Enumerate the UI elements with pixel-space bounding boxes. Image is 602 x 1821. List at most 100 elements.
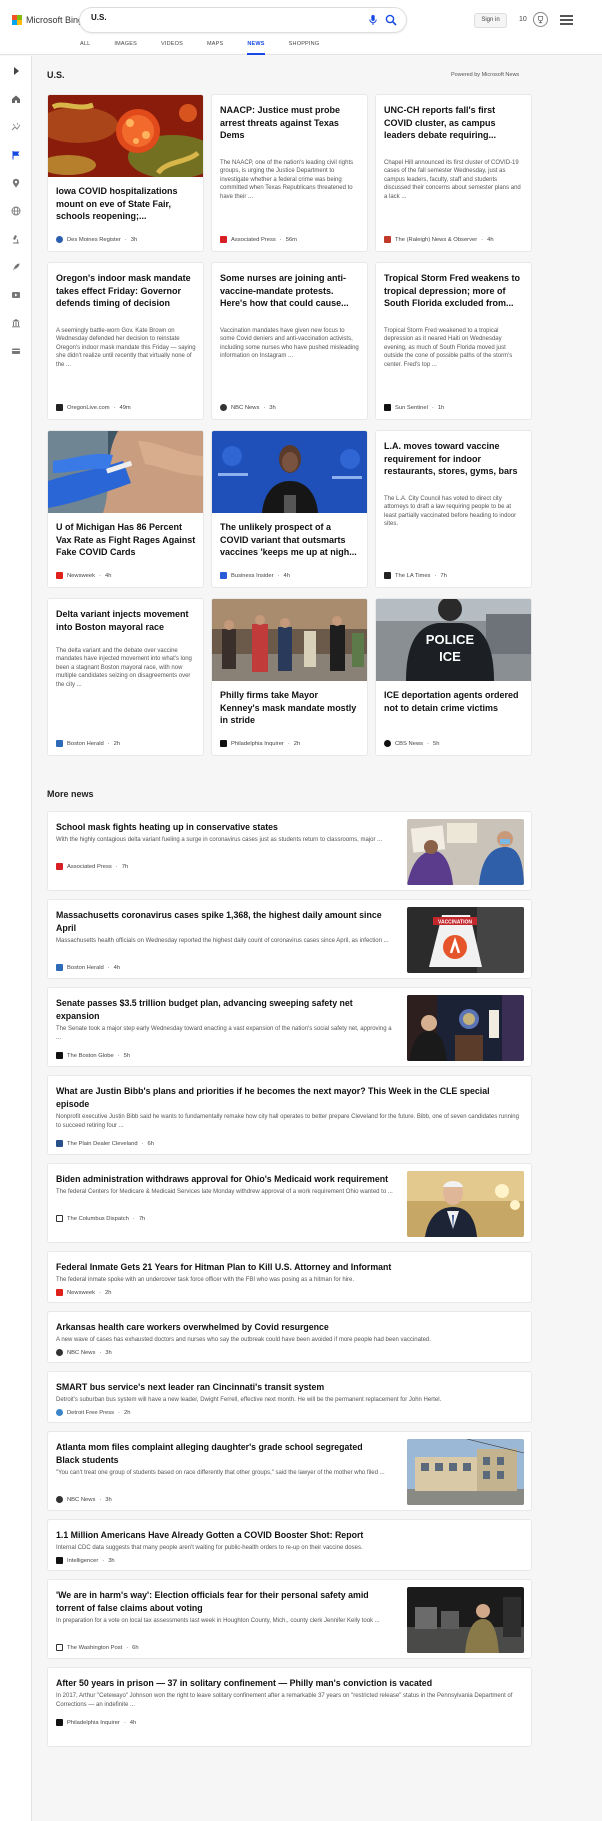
card-source[interactable]: OregonLive.com · 49m xyxy=(56,404,131,411)
item-title[interactable]: SMART bus service's next leader ran Cinc… xyxy=(56,1381,516,1394)
search-box[interactable] xyxy=(80,8,406,32)
item-title[interactable]: Senate passes $3.5 trillion budget plan,… xyxy=(56,997,386,1022)
tab-all[interactable]: ALL xyxy=(80,38,90,55)
news-card[interactable]: Tropical Storm Fred weakens to tropical … xyxy=(375,262,532,420)
microphone-icon[interactable] xyxy=(367,14,379,26)
card-title[interactable]: Oregon's indoor mask mandate takes effec… xyxy=(56,272,196,310)
item-source[interactable]: Intelligencer · 3h xyxy=(56,1557,115,1564)
news-card[interactable]: Iowa COVID hospitalizations mount on eve… xyxy=(47,94,204,252)
card-source[interactable]: Newsweek · 4h xyxy=(56,572,111,579)
card-source[interactable]: Philadelphia Inquirer · 2h xyxy=(220,740,300,747)
search-input[interactable] xyxy=(91,13,331,22)
local-pin-icon[interactable] xyxy=(11,178,21,188)
us-flag-icon[interactable] xyxy=(11,150,21,160)
card-title[interactable]: ICE deportation agents ordered not to de… xyxy=(384,689,524,714)
news-card[interactable]: Oregon's indoor mask mandate takes effec… xyxy=(47,262,204,420)
card-source[interactable]: Associated Press · 56m xyxy=(220,236,297,243)
tab-news[interactable]: NEWS xyxy=(247,38,265,55)
item-title[interactable]: Federal Inmate Gets 21 Years for Hitman … xyxy=(56,1261,516,1274)
item-title[interactable]: Arkansas health care workers overwhelmed… xyxy=(56,1321,516,1334)
trending-icon[interactable] xyxy=(11,122,21,132)
item-title[interactable]: After 50 years in prison — 37 in solitar… xyxy=(56,1677,516,1690)
science-microscope-icon[interactable] xyxy=(11,234,21,244)
card-source[interactable]: Boston Herald · 2h xyxy=(56,740,120,747)
bing-logo[interactable]: Microsoft Bing xyxy=(12,15,83,25)
expand-sidebar-icon[interactable] xyxy=(9,64,23,78)
news-card[interactable]: Delta variant injects movement into Bost… xyxy=(47,598,204,756)
card-source[interactable]: Sun Sentinel · 1h xyxy=(384,404,444,411)
item-source[interactable]: Boston Herald · 4h xyxy=(56,964,120,971)
item-title[interactable]: 1.1 Million Americans Have Already Gotte… xyxy=(56,1529,516,1542)
card-source[interactable]: The (Raleigh) News & Observer · 4h xyxy=(384,236,494,243)
item-source[interactable]: NBC News · 3h xyxy=(56,1496,112,1503)
card-title[interactable]: Tropical Storm Fred weakens to tropical … xyxy=(384,272,524,310)
item-title[interactable]: School mask fights heating up in conserv… xyxy=(56,821,396,834)
card-title[interactable]: Iowa COVID hospitalizations mount on eve… xyxy=(56,185,196,223)
card-source[interactable]: Business Insider · 4h xyxy=(220,572,290,579)
card-title[interactable]: U of Michigan Has 86 Percent Vax Rate as… xyxy=(56,521,196,559)
world-globe-icon[interactable] xyxy=(11,206,21,216)
tab-maps[interactable]: MAPS xyxy=(207,38,223,55)
news-list-item[interactable]: 'We are in harm's way': Election officia… xyxy=(47,1579,532,1659)
news-list-item[interactable]: SMART bus service's next leader ran Cinc… xyxy=(47,1371,532,1423)
card-source[interactable]: Des Moines Register · 3h xyxy=(56,236,137,243)
card-title[interactable]: Delta variant injects movement into Bost… xyxy=(56,608,196,633)
news-list-item[interactable]: Senate passes $3.5 trillion budget plan,… xyxy=(47,987,532,1067)
news-card[interactable]: L.A. moves toward vaccine requirement fo… xyxy=(375,430,532,588)
card-source[interactable]: CBS News · 5h xyxy=(384,740,439,747)
sign-in-button[interactable]: Sign in xyxy=(474,13,507,28)
item-title[interactable]: What are Justin Bibb's plans and priorit… xyxy=(56,1085,516,1110)
item-title[interactable]: Biden administration withdraws approval … xyxy=(56,1173,396,1186)
item-source[interactable]: The Washington Post · 6h xyxy=(56,1644,139,1651)
news-card[interactable]: U of Michigan Has 86 Percent Vax Rate as… xyxy=(47,430,204,588)
news-card[interactable]: UNC-CH reports fall's first COVID cluste… xyxy=(375,94,532,252)
money-card-icon[interactable] xyxy=(11,346,21,356)
home-icon[interactable] xyxy=(11,94,21,104)
item-source[interactable]: The Columbus Dispatch · 7h xyxy=(56,1215,145,1222)
card-source[interactable]: NBC News · 3h xyxy=(220,404,276,411)
technology-rocket-icon[interactable] xyxy=(11,262,21,272)
news-list-item[interactable]: 1.1 Million Americans Have Already Gotte… xyxy=(47,1519,532,1571)
card-title[interactable]: The unlikely prospect of a COVID variant… xyxy=(220,521,360,559)
news-card[interactable]: Philly firms take Mayor Kenney's mask ma… xyxy=(211,598,368,756)
news-list-item[interactable]: Atlanta mom files complaint alleging dau… xyxy=(47,1431,532,1511)
news-list-item[interactable]: Arkansas health care workers overwhelmed… xyxy=(47,1311,532,1363)
item-source[interactable]: Newsweek · 2h xyxy=(56,1289,111,1296)
news-card[interactable]: POLICE ICE ICE deportation agents ordere… xyxy=(375,598,532,756)
tab-videos[interactable]: VIDEOS xyxy=(161,38,183,55)
item-title[interactable]: 'We are in harm's way': Election officia… xyxy=(56,1589,386,1614)
news-card[interactable]: Some nurses are joining anti-vaccine-man… xyxy=(211,262,368,420)
news-list-item[interactable]: Federal Inmate Gets 21 Years for Hitman … xyxy=(47,1251,532,1303)
search-icon[interactable] xyxy=(385,14,397,26)
item-source[interactable]: The Boston Globe · 5h xyxy=(56,1052,130,1059)
card-title[interactable]: L.A. moves toward vaccine requirement fo… xyxy=(384,440,524,478)
news-list-item[interactable]: Biden administration withdraws approval … xyxy=(47,1163,532,1243)
hamburger-menu-icon[interactable] xyxy=(560,15,573,25)
news-card[interactable]: NAACP: Justice must probe arrest threats… xyxy=(211,94,368,252)
item-source[interactable]: Associated Press · 7h xyxy=(56,863,128,870)
news-list-item[interactable]: After 50 years in prison — 37 in solitar… xyxy=(47,1667,532,1747)
card-title[interactable]: NAACP: Justice must probe arrest threats… xyxy=(220,104,360,142)
powered-by-label[interactable]: Powered by Microsoft News xyxy=(451,72,519,78)
news-card[interactable]: The unlikely prospect of a COVID variant… xyxy=(211,430,368,588)
card-title[interactable]: UNC-CH reports fall's first COVID cluste… xyxy=(384,104,524,142)
news-list-item[interactable]: Massachusetts coronavirus cases spike 1,… xyxy=(47,899,532,979)
tab-shopping[interactable]: SHOPPING xyxy=(289,38,320,55)
card-source[interactable]: The LA Times · 7h xyxy=(384,572,447,579)
news-list-item[interactable]: School mask fights heating up in conserv… xyxy=(47,811,532,891)
item-source[interactable]: The Plain Dealer Cleveland · 6h xyxy=(56,1140,154,1147)
item-source[interactable]: Detroit Free Press · 2h xyxy=(56,1409,130,1416)
entertainment-film-icon[interactable] xyxy=(11,290,21,300)
item-title[interactable]: Massachusetts coronavirus cases spike 1,… xyxy=(56,909,386,934)
card-title[interactable]: Some nurses are joining anti-vaccine-man… xyxy=(220,272,360,310)
item-title[interactable]: Atlanta mom files complaint alleging dau… xyxy=(56,1441,386,1466)
item-source[interactable]: NBC News · 3h xyxy=(56,1349,112,1356)
rewards-trophy-icon[interactable] xyxy=(533,12,548,27)
item-source[interactable]: Philadelphia Inquirer · 4h xyxy=(56,1719,136,1726)
rewards-points[interactable]: 10 xyxy=(519,16,527,23)
card-title[interactable]: Philly firms take Mayor Kenney's mask ma… xyxy=(220,689,360,727)
politics-building-icon[interactable] xyxy=(11,318,21,328)
news-list-item[interactable]: What are Justin Bibb's plans and priorit… xyxy=(47,1075,532,1155)
tab-images[interactable]: IMAGES xyxy=(114,38,137,55)
card-time: 49m xyxy=(119,404,131,411)
